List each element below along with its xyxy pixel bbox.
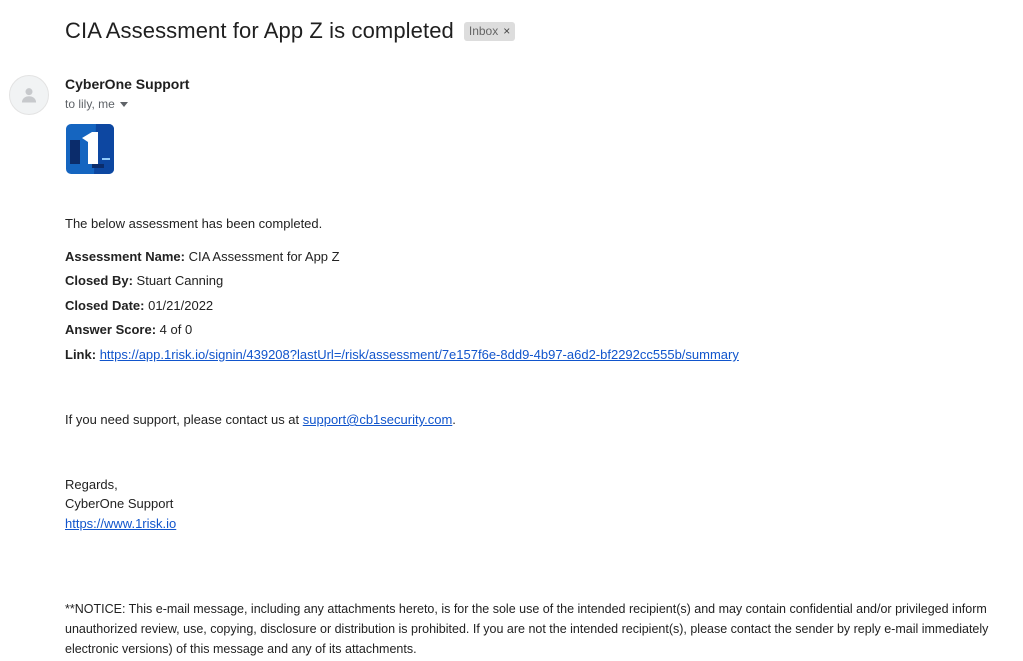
answer-score-value: 4 of 0	[159, 322, 193, 337]
assessment-link[interactable]: https://app.1risk.io/signin/439208?lastU…	[100, 347, 739, 362]
closed-by-value: Stuart Canning	[136, 273, 224, 288]
closed-date-label: Closed Date:	[65, 298, 145, 313]
person-icon	[21, 88, 37, 103]
support-prefix: If you need support, please contact us a…	[65, 412, 303, 427]
1risk-logo	[66, 124, 114, 174]
label-text: Inbox	[468, 23, 499, 38]
inbox-label-chip[interactable]: Inbox ×	[463, 21, 516, 41]
link-row: Link: https://app.1risk.io/signin/439208…	[65, 347, 739, 362]
email-view: CIA Assessment for App Z is completed In…	[0, 0, 1023, 661]
notice-line: **NOTICE: This e-mail message, including…	[65, 602, 987, 616]
close-icon[interactable]: ×	[503, 24, 510, 39]
support-line: If you need support, please contact us a…	[65, 412, 456, 427]
answer-score-label: Answer Score:	[65, 322, 157, 337]
support-suffix: .	[452, 412, 456, 427]
support-email-link[interactable]: support@cb1security.com	[303, 412, 453, 427]
closed-date-row: Closed Date: 01/21/2022	[65, 298, 213, 313]
notice-line: unauthorized review, use, copying, discl…	[65, 622, 989, 636]
notice-line: electronic versions) of this message and…	[65, 642, 417, 656]
signature-name: CyberOne Support	[65, 496, 174, 511]
link-label: Link:	[65, 347, 97, 362]
assessment-name-row: Assessment Name: CIA Assessment for App …	[65, 249, 340, 264]
closed-by-row: Closed By: Stuart Canning	[65, 273, 223, 288]
recipients-line: to lily, me	[65, 97, 128, 111]
sender-avatar[interactable]	[9, 75, 49, 115]
email-subject: CIA Assessment for App Z is completed	[65, 18, 454, 43]
answer-score-row: Answer Score: 4 of 0	[65, 322, 192, 337]
closed-by-label: Closed By:	[65, 273, 133, 288]
assessment-name-value: CIA Assessment for App Z	[188, 249, 340, 264]
closed-date-value: 01/21/2022	[148, 298, 214, 313]
signature-url-row: https://www.1risk.io	[65, 516, 176, 531]
signature-url-link[interactable]: https://www.1risk.io	[65, 516, 176, 531]
subject-row: CIA Assessment for App Z is completed In…	[65, 18, 516, 44]
assessment-name-label: Assessment Name:	[65, 249, 185, 264]
regards-text: Regards,	[65, 477, 118, 492]
recipients-text: to lily, me	[65, 97, 115, 111]
caret-down-icon[interactable]	[119, 101, 128, 107]
legal-notice: **NOTICE: This e-mail message, including…	[65, 599, 1023, 659]
sender-name[interactable]: CyberOne Support	[65, 76, 189, 92]
intro-text: The below assessment has been completed.	[65, 216, 323, 231]
